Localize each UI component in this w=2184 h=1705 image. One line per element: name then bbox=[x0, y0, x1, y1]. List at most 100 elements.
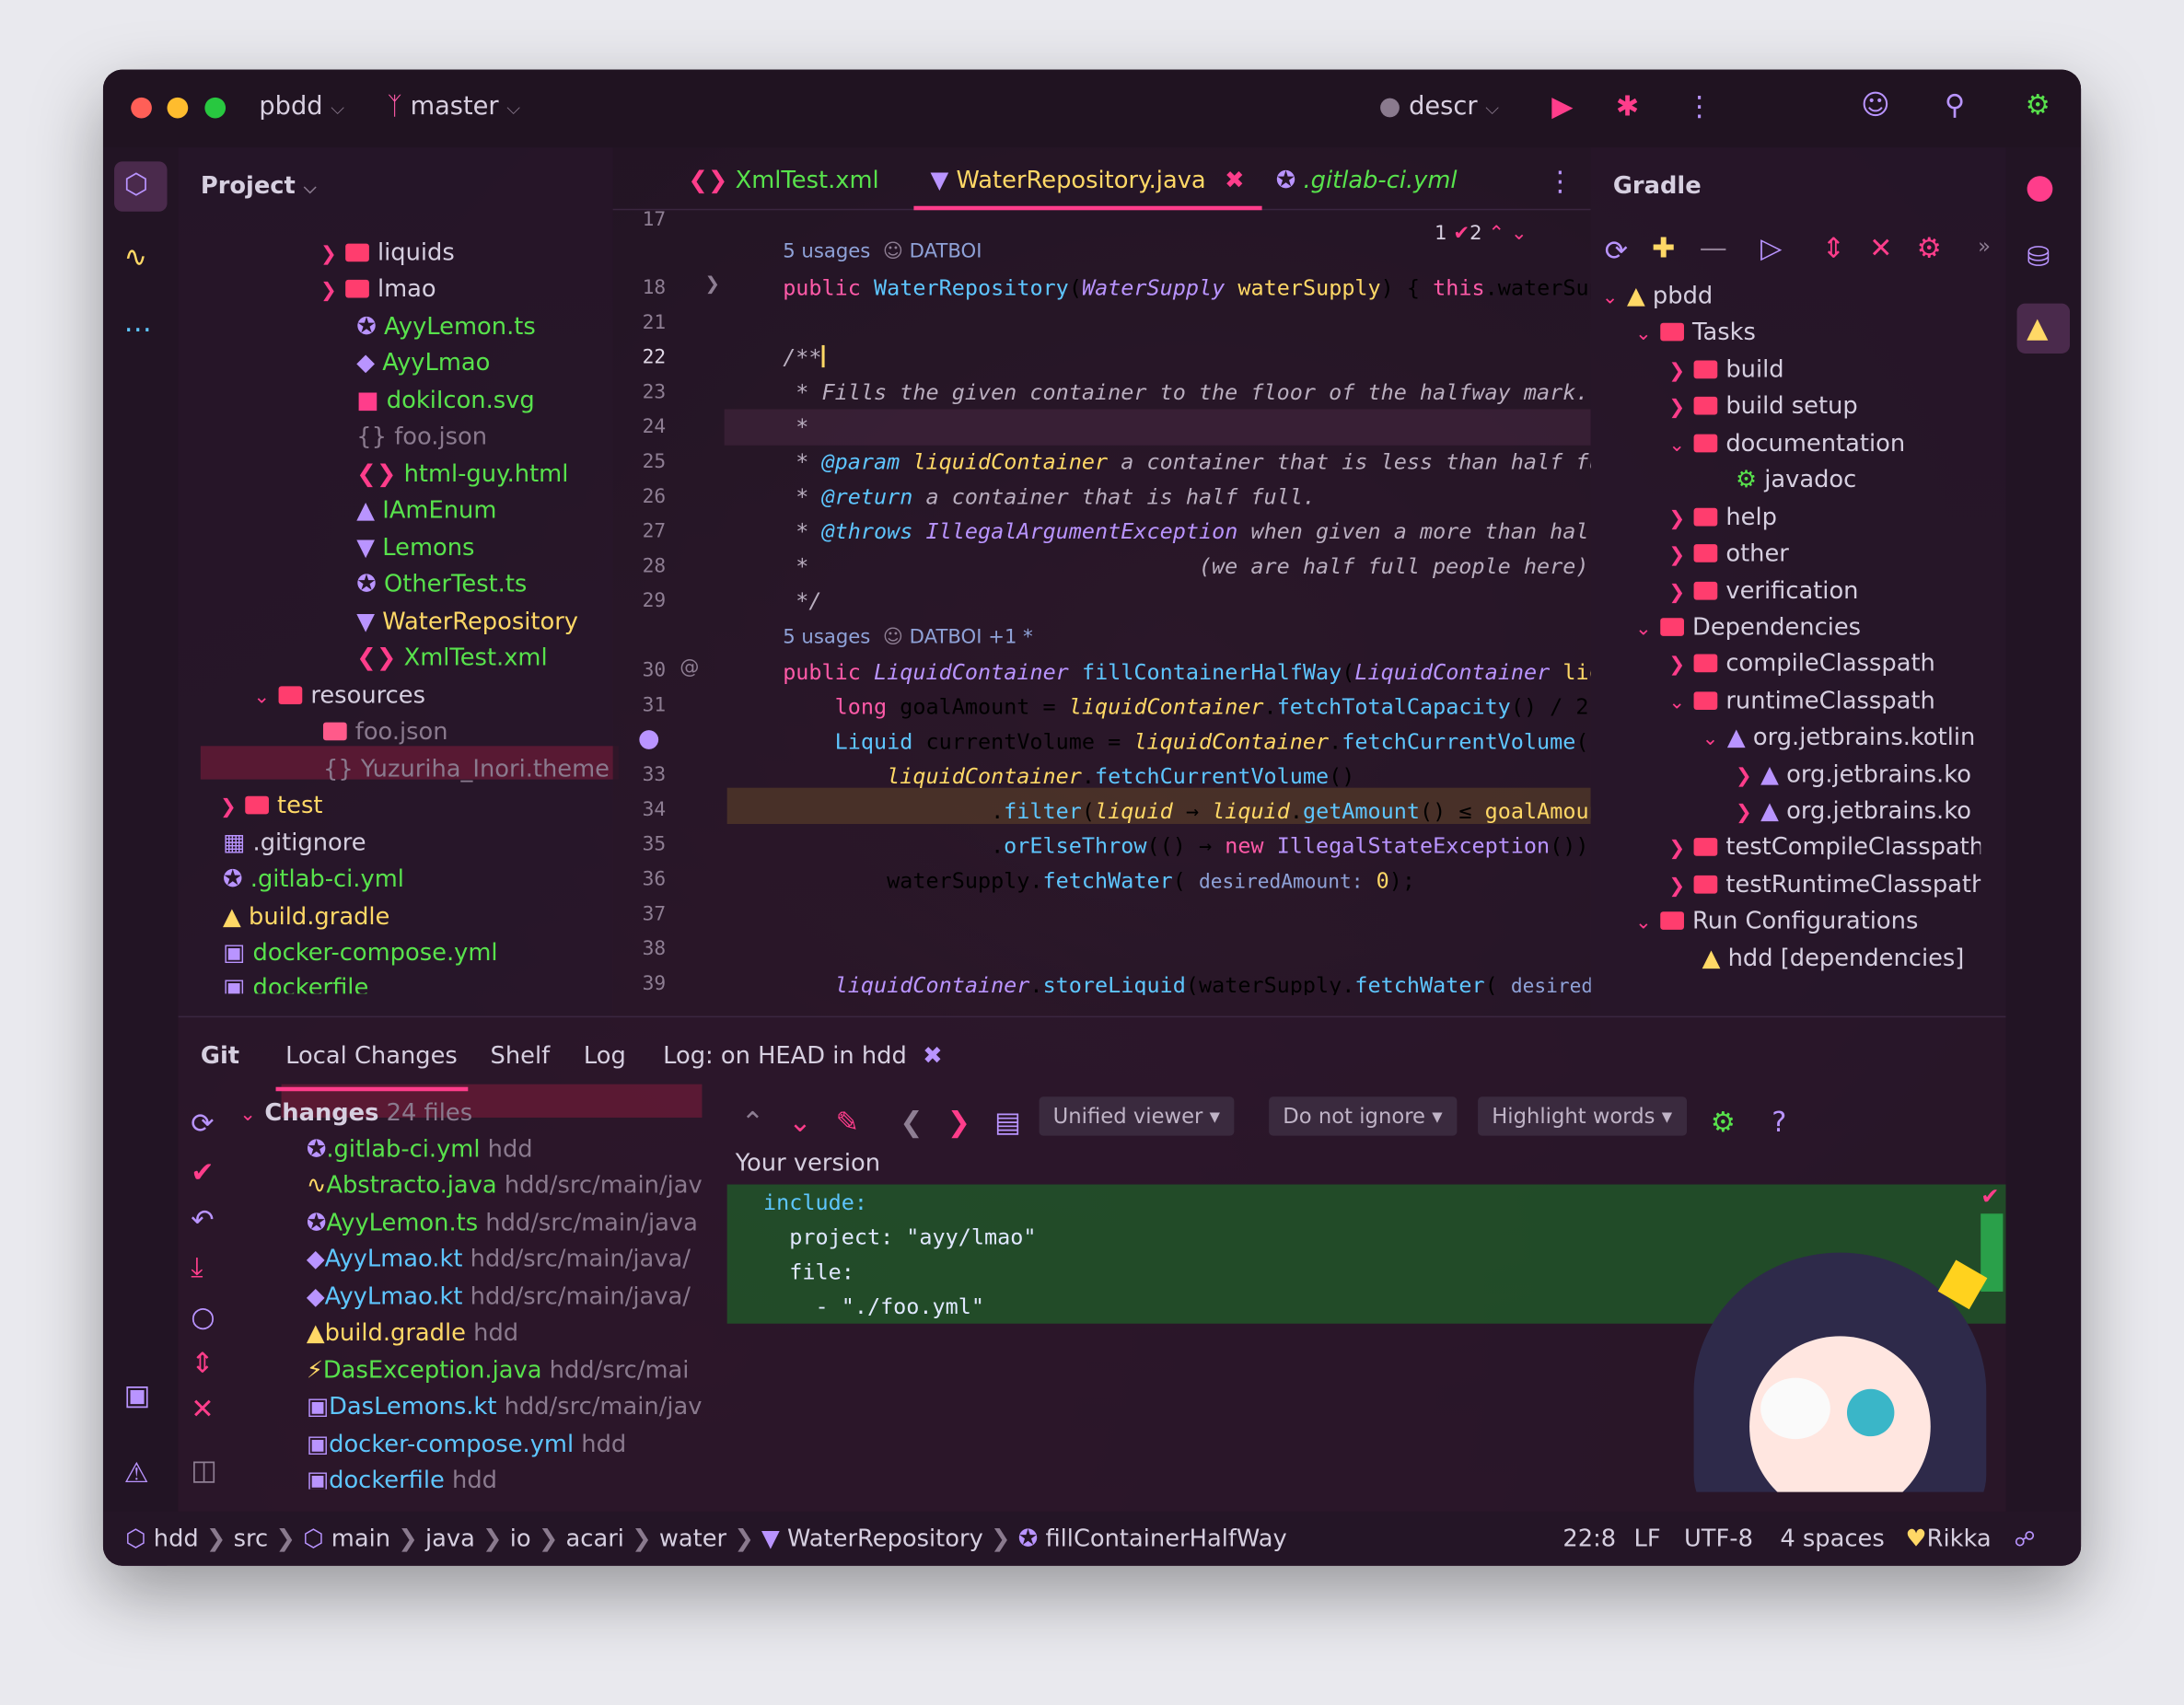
remove-icon[interactable]: — bbox=[1700, 231, 1727, 264]
gradle-item-run-configurations[interactable]: ⌄ Run Configurations bbox=[1635, 908, 1918, 935]
change-row[interactable]: ✪.gitlab-ci.yml hdd bbox=[307, 1136, 533, 1164]
database-icon[interactable]: ⛁ bbox=[2027, 239, 2050, 273]
change-row[interactable]: ✪AyyLemon.ts hdd/src/main/java bbox=[307, 1210, 698, 1237]
tree-file-theme[interactable]: {} Yuzuriha_Inori.theme bbox=[323, 756, 610, 783]
reload-icon[interactable]: ⟳ bbox=[1605, 234, 1628, 267]
diff-icon[interactable]: ○ bbox=[191, 1300, 215, 1333]
code-with-me-icon[interactable]: ☺ bbox=[1861, 87, 1890, 121]
line-separator[interactable]: LF bbox=[1634, 1525, 1661, 1553]
previous-diff-icon[interactable]: ⌃ bbox=[741, 1105, 764, 1138]
close-tab-icon[interactable]: ✖ bbox=[1225, 167, 1245, 194]
tree-folder-test[interactable]: ❯ test bbox=[220, 792, 322, 819]
fold-chevron-icon[interactable]: ❯ bbox=[704, 274, 719, 296]
override-marker-icon[interactable]: @ bbox=[680, 657, 699, 679]
gradle-item-runtimeclasspath[interactable]: ⌄ runtimeClasspath bbox=[1668, 688, 1934, 715]
tree-file-waterrepository[interactable]: ▼ WaterRepository bbox=[356, 609, 578, 636]
gradle-item-kotlin-3[interactable]: ❯ ▲ org.jetbrains.ko bbox=[1736, 797, 1971, 825]
tab-shelf[interactable]: Shelf bbox=[491, 1042, 551, 1070]
debug-icon[interactable]: ✱ bbox=[1616, 89, 1639, 122]
project-panel-title[interactable]: Project ⌵ bbox=[201, 172, 317, 200]
collapse-icon[interactable]: ✕ bbox=[191, 1392, 214, 1425]
breadcrumb[interactable]: ⬡ hdd ❯ src ❯ ⬡ main ❯ java ❯ io ❯ acari… bbox=[125, 1525, 1287, 1553]
problems-icon[interactable]: ⚠ bbox=[124, 1456, 149, 1489]
next-diff-icon[interactable]: ⌄ bbox=[788, 1105, 811, 1138]
change-row[interactable]: ◆AyyLmao.kt hdd/src/main/java/ bbox=[307, 1246, 691, 1273]
tab-local-changes[interactable]: Local Changes bbox=[285, 1042, 458, 1070]
change-row[interactable]: ▣DasLemons.kt hdd/src/main/jav bbox=[307, 1393, 703, 1421]
usages-hint[interactable]: 5 usages ☺ DATBOI +1 * bbox=[783, 626, 1033, 648]
highlight-dropdown[interactable]: Highlight words ▾ bbox=[1478, 1096, 1687, 1136]
gradle-item-verification[interactable]: ❯ verification bbox=[1668, 577, 1858, 605]
tab-log[interactable]: Log bbox=[584, 1042, 626, 1070]
tree-file-docker-compose[interactable]: ▣ docker-compose.yml bbox=[223, 939, 497, 967]
code-area[interactable]: 5 usages ☺ DATBOI public WaterRepository… bbox=[727, 209, 1590, 995]
tab-waterrepository[interactable]: ▼ WaterRepository.java ✖ bbox=[931, 167, 1245, 194]
gradle-item-dependencies[interactable]: ⌄ Dependencies bbox=[1635, 614, 1861, 642]
tree-folder-resources[interactable]: ⌄ resources bbox=[253, 682, 425, 710]
gradle-item-tasks[interactable]: ⌄ Tasks bbox=[1635, 319, 1756, 346]
branch-switcher[interactable]: ᛉ master ⌵ bbox=[388, 92, 521, 122]
gradle-item-hdd-dependencies[interactable]: ▲ hdd [dependencies] bbox=[1702, 945, 1965, 973]
gradle-item-other[interactable]: ❯ other bbox=[1668, 540, 1789, 568]
ignore-dropdown[interactable]: Do not ignore ▾ bbox=[1269, 1096, 1457, 1136]
project-switcher[interactable]: pbdd ⌵ bbox=[259, 92, 344, 122]
tab-xmltest[interactable]: ❮❯ XmlTest.xml bbox=[688, 167, 878, 194]
change-row[interactable]: ⚡DasException.java hdd/src/mai bbox=[307, 1357, 690, 1385]
tree-file-dokiicon[interactable]: ■ dokiIcon.svg bbox=[356, 387, 534, 414]
gradle-item-build[interactable]: ❯ build bbox=[1668, 356, 1783, 384]
minimize-window-button[interactable] bbox=[167, 97, 189, 119]
tree-file-iamenum[interactable]: ▲ IAmEnum bbox=[356, 497, 496, 525]
back-icon[interactable]: ❮ bbox=[900, 1105, 923, 1138]
tab-git[interactable]: Git bbox=[201, 1042, 239, 1070]
document-icon[interactable]: ▤ bbox=[994, 1105, 1021, 1138]
change-row[interactable]: ▲build.gradle hdd bbox=[307, 1319, 518, 1347]
gradle-item-javadoc[interactable]: ⚙ javadoc bbox=[1736, 466, 1856, 493]
tab-log-head[interactable]: Log: on HEAD in hdd ✖ bbox=[663, 1042, 943, 1070]
notifications-icon[interactable]: ● bbox=[2026, 167, 2055, 205]
indent-setting[interactable]: 4 spaces bbox=[1780, 1525, 1884, 1553]
gradle-item-documentation[interactable]: ⌄ documentation bbox=[1668, 430, 1905, 458]
edit-icon[interactable]: ✎ bbox=[836, 1105, 859, 1138]
caret-position[interactable]: 22:8 bbox=[1562, 1525, 1616, 1553]
tree-file-othertest[interactable]: ✪ OtherTest.ts bbox=[356, 571, 527, 598]
shelve-icon[interactable]: ⤓ bbox=[191, 1250, 203, 1283]
change-row[interactable]: ◆AyyLmao.kt hdd/src/main/java/ bbox=[307, 1283, 691, 1311]
settings-gear-icon[interactable]: ⚙ bbox=[2026, 87, 2050, 121]
changes-group[interactable]: ⌄ Changes 24 files bbox=[239, 1099, 472, 1127]
gradle-item-compileclasspath[interactable]: ❯ compileClasspath bbox=[1668, 650, 1935, 678]
add-icon[interactable]: ✚ bbox=[1652, 231, 1675, 264]
close-window-button[interactable] bbox=[131, 97, 152, 119]
project-tool-icon[interactable]: ⬡ bbox=[124, 167, 148, 200]
gradle-item-help[interactable]: ❯ help bbox=[1668, 504, 1777, 531]
tree-file-lemons[interactable]: ▼ Lemons bbox=[356, 535, 474, 563]
tree-folder-lmao[interactable]: ❯ lmao bbox=[320, 275, 436, 303]
tab-options-icon[interactable]: ⋮ bbox=[1546, 164, 1574, 197]
theme-indicator[interactable]: ♥Rikka bbox=[1906, 1525, 1992, 1553]
diff-settings-icon[interactable]: ⚙ bbox=[1711, 1105, 1736, 1138]
tree-file-foo-json-2[interactable]: foo.json bbox=[322, 718, 448, 746]
execute-task-icon[interactable]: ▷ bbox=[1760, 231, 1782, 264]
gradle-item-testcompileclasspath[interactable]: ❯ testCompileClasspath bbox=[1668, 834, 1981, 862]
more-tools-icon[interactable]: ⋯ bbox=[124, 312, 152, 345]
tree-file-build-gradle[interactable]: ▲ build.gradle bbox=[223, 903, 389, 931]
gradle-item-pbdd[interactable]: ⌄ ▲ pbdd bbox=[1602, 283, 1714, 310]
file-encoding[interactable]: UTF-8 bbox=[1684, 1525, 1753, 1553]
gradle-item-kotlin-1[interactable]: ⌄ ▲ org.jetbrains.kotlin bbox=[1702, 724, 1976, 751]
collapse-all-icon[interactable]: ✕ bbox=[1869, 231, 1892, 264]
close-tab-icon[interactable]: ✖ bbox=[923, 1042, 943, 1070]
tree-folder-liquids[interactable]: ❯ liquids bbox=[320, 239, 455, 267]
run-config-selector[interactable]: ● descr ⌵ bbox=[1379, 92, 1499, 122]
layout-icon[interactable]: ◫ bbox=[191, 1453, 217, 1486]
gradle-item-kotlin-2[interactable]: ❯ ▲ org.jetbrains.ko bbox=[1736, 761, 1971, 789]
change-row[interactable]: ∿Abstracto.java hdd/src/main/jav bbox=[307, 1172, 703, 1200]
more-actions-icon[interactable]: ⋮ bbox=[1685, 89, 1713, 122]
change-row[interactable]: ▣docker-compose.yml hdd bbox=[307, 1431, 626, 1458]
expand-icon[interactable]: ⇕ bbox=[191, 1346, 214, 1379]
tree-file-dockerfile[interactable]: ▣ dockerfile bbox=[223, 974, 368, 993]
refresh-icon[interactable]: ⟳ bbox=[191, 1107, 214, 1140]
tree-file-xmltest[interactable]: ❮❯ XmlTest.xml bbox=[356, 644, 547, 672]
lock-icon[interactable]: ☍ bbox=[2015, 1526, 2036, 1551]
more-toolbar-icon[interactable]: » bbox=[1978, 234, 1991, 259]
usages-hint[interactable]: 5 usages ☺ DATBOI bbox=[783, 241, 982, 263]
terminal-icon[interactable]: ▣ bbox=[124, 1378, 151, 1411]
